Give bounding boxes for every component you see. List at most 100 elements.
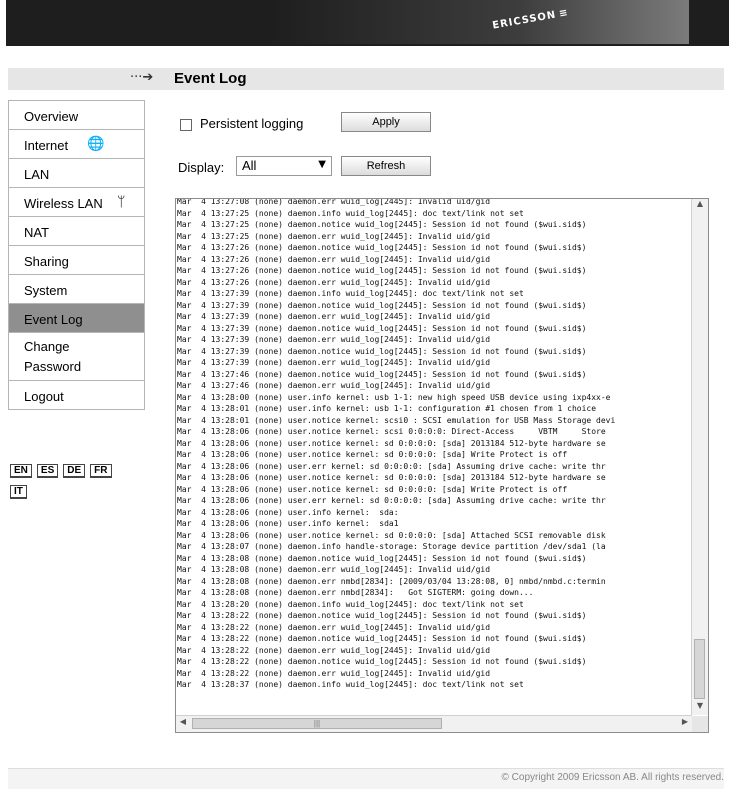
language-fr-button[interactable]: FR (90, 464, 112, 478)
log-line: Mar 4 13:27:25 (none) daemon.info wuid_l… (177, 208, 524, 218)
display-filter-select[interactable]: All ▼ (236, 156, 332, 176)
header-bar: ERICSSON≡ (0, 0, 729, 46)
language-de-button[interactable]: DE (63, 464, 86, 478)
language-selector: EN ES DE FR IT (10, 460, 130, 502)
log-line: Mar 4 13:27:39 (none) daemon.info wuid_l… (177, 289, 524, 298)
scroll-up-icon[interactable]: ▲ (692, 199, 708, 213)
language-en-button[interactable]: EN (10, 464, 32, 478)
sidebar-item-label-line2: Password (24, 359, 82, 374)
log-line: Mar 4 13:27:26 (none) daemon.err wuid_lo… (177, 254, 491, 264)
ericsson-logo-mark-icon: ≡ (558, 7, 570, 20)
log-line: Mar 4 13:28:22 (none) daemon.err wuid_lo… (177, 622, 491, 632)
log-line: Mar 4 13:28:08 (none) daemon.err nmbd[28… (177, 588, 534, 597)
log-line: Mar 4 13:27:25 (none) daemon.notice wuid… (177, 220, 587, 229)
log-line: Mar 4 13:28:06 (none) user.err kernel: s… (177, 496, 606, 505)
sidebar-item-change-password[interactable]: Change Password (8, 333, 145, 381)
log-line: Mar 4 13:27:46 (none) daemon.err wuid_lo… (177, 381, 491, 390)
log-line: Mar 4 13:28:00 (none) user.info kernel: … (177, 392, 611, 402)
sidebar-item-label: Sharing (24, 254, 69, 269)
sidebar-item-overview[interactable]: Overview (8, 100, 145, 130)
scroll-down-icon[interactable]: ▼ (692, 701, 708, 715)
log-line: Mar 4 13:27:46 (none) daemon.notice wuid… (177, 369, 587, 379)
sidebar-item-lan[interactable]: LAN (8, 159, 145, 188)
log-line: Mar 4 13:27:39 (none) daemon.err wuid_lo… (177, 312, 491, 321)
log-line: Mar 4 13:28:06 (none) user.notice kernel… (177, 450, 568, 459)
sidebar-item-wireless-lan[interactable]: Wireless LAN ᛘ (8, 188, 145, 217)
log-line: Mar 4 13:27:39 (none) daemon.notice wuid… (177, 300, 587, 310)
log-line: Mar 4 13:27:26 (none) daemon.notice wuid… (177, 243, 587, 252)
log-line: Mar 4 13:27:39 (none) daemon.err wuid_lo… (177, 358, 491, 367)
log-line: Mar 4 13:28:22 (none) daemon.notice wuid… (177, 634, 587, 643)
log-line: Mar 4 13:28:06 (none) user.info kernel: … (177, 507, 399, 517)
sidebar-item-logout[interactable]: Logout (8, 381, 145, 410)
log-line: Mar 4 13:28:37 (none) daemon.info wuid_l… (177, 680, 524, 689)
footer: © Copyright 2009 Ericsson AB. All rights… (8, 768, 724, 789)
header-left-edge (0, 0, 6, 46)
log-line: Mar 4 13:28:22 (none) daemon.err wuid_lo… (177, 668, 491, 678)
apply-button[interactable]: Apply (341, 112, 431, 132)
sidebar-item-label-line1: Change (24, 339, 70, 354)
display-label: Display: (178, 160, 225, 175)
sidebar-item-event-log[interactable]: Event Log (8, 304, 145, 333)
header-decoration (269, 0, 689, 44)
display-filter-value: All (242, 158, 257, 173)
refresh-button[interactable]: Refresh (341, 156, 431, 176)
log-line: Mar 4 13:27:08 (none) daemon.err wuid_lo… (177, 198, 491, 206)
arrow-icon: ···➔ (130, 70, 154, 85)
sidebar-nav: Overview Internet 🌐 LAN Wireless LAN ᛘ NAT… (8, 100, 145, 410)
sidebar-item-label: System (24, 283, 68, 298)
sidebar-item-system[interactable]: System (8, 275, 145, 304)
log-line: Mar 4 13:28:08 (none) daemon.notice wuid… (177, 553, 587, 563)
language-it-button[interactable]: IT (10, 485, 27, 499)
scroll-left-icon[interactable]: ◀ (176, 717, 190, 731)
event-log-content: Mar 4 13:27:08 (none) daemon.err wuid_lo… (177, 198, 691, 714)
horizontal-scrollbar[interactable]: ◀ ||| ▶ (176, 715, 692, 732)
antenna-icon: ᛘ (117, 194, 126, 210)
chevron-down-icon: ▼ (318, 159, 326, 170)
vertical-scroll-thumb[interactable] (694, 639, 705, 699)
log-line: Mar 4 13:28:22 (none) daemon.notice wuid… (177, 657, 587, 666)
log-line: Mar 4 13:28:06 (none) user.notice kernel… (177, 473, 606, 482)
log-line: Mar 4 13:28:06 (none) user.notice kernel… (177, 484, 568, 494)
sidebar-item-label: Overview (24, 109, 79, 124)
log-line: Mar 4 13:27:26 (none) daemon.err wuid_lo… (177, 277, 491, 287)
scroll-right-icon[interactable]: ▶ (678, 717, 692, 731)
sidebar-item-label: LAN (24, 167, 50, 182)
log-line: Mar 4 13:27:39 (none) daemon.notice wuid… (177, 346, 587, 356)
log-line: Mar 4 13:27:25 (none) daemon.err wuid_lo… (177, 231, 491, 241)
sidebar-item-label: Wireless LAN (24, 196, 103, 211)
persistent-logging-label: Persistent logging (200, 116, 304, 131)
persistent-logging-checkbox[interactable] (180, 118, 192, 131)
log-line: Mar 4 13:28:06 (none) user.notice kernel… (177, 438, 606, 448)
log-line: Mar 4 13:28:08 (none) daemon.err nmbd[28… (177, 576, 606, 586)
copyright-text: © Copyright 2009 Ericsson AB. All rights… (501, 772, 724, 783)
log-line: Mar 4 13:27:39 (none) daemon.err wuid_lo… (177, 335, 491, 344)
sidebar-item-label: Internet (24, 138, 69, 153)
sidebar-item-sharing[interactable]: Sharing (8, 246, 145, 275)
log-line: Mar 4 13:27:39 (none) daemon.notice wuid… (177, 323, 587, 333)
sidebar-item-internet[interactable]: Internet 🌐 (8, 130, 145, 159)
persistent-logging-row: Persistent logging (180, 116, 303, 131)
log-line: Mar 4 13:28:01 (none) user.info kernel: … (177, 404, 597, 413)
event-log-textarea[interactable]: Mar 4 13:27:08 (none) daemon.err wuid_lo… (175, 198, 709, 733)
log-line: Mar 4 13:28:01 (none) user.notice kernel… (177, 415, 616, 425)
log-line: Mar 4 13:28:06 (none) user.info kernel: … (177, 519, 399, 528)
sidebar-item-label: NAT (24, 225, 50, 240)
log-line: Mar 4 13:27:26 (none) daemon.notice wuid… (177, 266, 587, 275)
page-title-bar: ···➔ Event Log (8, 68, 724, 90)
log-line: Mar 4 13:28:22 (none) daemon.err wuid_lo… (177, 645, 491, 655)
language-es-button[interactable]: ES (36, 464, 59, 478)
globe-icon: 🌐 (87, 136, 105, 152)
log-line: Mar 4 13:28:07 (none) daemon.info handle… (177, 542, 606, 551)
log-line: Mar 4 13:28:06 (none) user.err kernel: s… (177, 461, 606, 471)
log-line: Mar 4 13:28:20 (none) daemon.info wuid_l… (177, 599, 524, 609)
log-line: Mar 4 13:28:06 (none) user.notice kernel… (177, 530, 606, 540)
log-line: Mar 4 13:28:06 (none) user.notice kernel… (177, 427, 606, 436)
sidebar-item-nat[interactable]: NAT (8, 217, 145, 246)
log-line: Mar 4 13:28:08 (none) daemon.err wuid_lo… (177, 565, 491, 574)
horizontal-scroll-thumb[interactable]: ||| (192, 718, 442, 729)
sidebar-item-label: Logout (24, 389, 64, 404)
vertical-scrollbar[interactable]: ▲ ▼ (691, 199, 708, 715)
log-line: Mar 4 13:28:22 (none) daemon.notice wuid… (177, 611, 587, 620)
page-title: Event Log (174, 70, 247, 87)
